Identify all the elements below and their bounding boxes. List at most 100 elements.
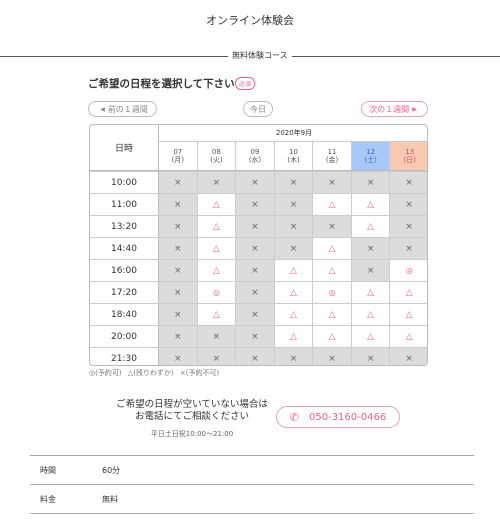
schedule-slot[interactable]: △ bbox=[351, 325, 391, 347]
schedule-slot[interactable]: △ bbox=[390, 303, 427, 325]
schedule-slot: × bbox=[351, 171, 391, 193]
schedule-slot[interactable]: △ bbox=[197, 259, 237, 281]
page-title: オンライン体験会 bbox=[206, 14, 294, 27]
schedule-slot[interactable]: △ bbox=[197, 193, 237, 215]
schedule-slot: × bbox=[236, 281, 275, 303]
schedule-slot[interactable]: ◎ bbox=[197, 281, 237, 303]
schedule-slot[interactable]: △ bbox=[274, 325, 314, 347]
info-value-fee: 無料 bbox=[102, 495, 118, 504]
today-button[interactable]: 今日 bbox=[243, 101, 273, 117]
schedule-slot[interactable]: △ bbox=[274, 303, 314, 325]
schedule-slot: × bbox=[274, 347, 314, 365]
schedule-slot: × bbox=[236, 303, 275, 325]
schedule-slot: × bbox=[159, 281, 198, 303]
day-weekday: (木) bbox=[287, 156, 300, 164]
time-label: 11:00 bbox=[90, 193, 159, 215]
prev-week-button[interactable]: ◀ 前の１週間 bbox=[88, 101, 157, 117]
schedule-slot: × bbox=[159, 259, 198, 281]
day-weekday: (金) bbox=[325, 156, 339, 164]
required-badge: 必須 bbox=[235, 77, 256, 90]
schedule-slot: × bbox=[236, 325, 275, 347]
schedule-slot[interactable]: △ bbox=[351, 193, 391, 215]
phone-number: 050-3160-0466 bbox=[309, 411, 387, 423]
day-weekday: (水) bbox=[248, 156, 262, 164]
schedule-slot: × bbox=[159, 347, 198, 365]
day-date: 07 bbox=[173, 147, 183, 156]
day-weekday: (月) bbox=[171, 156, 185, 164]
time-label: 13:20 bbox=[90, 215, 159, 237]
schedule-slot[interactable]: △ bbox=[351, 215, 391, 237]
next-week-button[interactable]: 次の１週間 ▶ bbox=[361, 101, 428, 117]
schedule-slot[interactable]: △ bbox=[313, 325, 352, 347]
legend-few-left: △(残りわずか) bbox=[127, 369, 174, 377]
schedule-slot[interactable]: ◎ bbox=[313, 281, 352, 303]
contact-message: ご希望の日程が空いていない場合は お電話にてご相談ください bbox=[112, 399, 272, 424]
schedule-slot: × bbox=[274, 193, 314, 215]
datetime-column-header: 日時 bbox=[90, 125, 159, 171]
contact-line-2: お電話にてご相談ください bbox=[134, 411, 249, 423]
schedule-slot[interactable]: △ bbox=[351, 281, 391, 303]
time-label: 14:40 bbox=[90, 237, 159, 259]
schedule-slot: × bbox=[159, 325, 198, 347]
schedule-slot[interactable]: △ bbox=[197, 215, 237, 237]
info-value-duration: 60分 bbox=[102, 466, 121, 475]
day-header: 12 (土) bbox=[351, 142, 391, 171]
schedule-slot: × bbox=[197, 171, 237, 193]
day-header: 08 (火) bbox=[197, 142, 237, 171]
time-label: 21:30 bbox=[90, 347, 159, 365]
day-date: 12 bbox=[366, 147, 376, 156]
schedule-slot: × bbox=[236, 171, 275, 193]
time-label: 17:20 bbox=[90, 281, 159, 303]
time-label: 16:00 bbox=[90, 259, 159, 281]
day-date: 10 bbox=[289, 147, 298, 156]
schedule-slot: × bbox=[313, 171, 352, 193]
prev-week-label: 前の１週間 bbox=[107, 104, 148, 114]
info-divider bbox=[30, 484, 474, 485]
schedule-slot: × bbox=[351, 259, 391, 281]
day-date: 11 bbox=[327, 147, 337, 156]
day-date: 08 bbox=[211, 147, 221, 156]
day-weekday: (土) bbox=[364, 156, 377, 164]
day-header: 13 (日) bbox=[390, 142, 427, 171]
schedule-slot: × bbox=[236, 259, 275, 281]
schedule-table: 日時 2020年9月 07 (月) 08 (火) 09 (水) 10 (木) 11 (金) 12 (土… bbox=[89, 124, 428, 366]
day-weekday: (火) bbox=[210, 156, 223, 164]
day-date: 13 bbox=[405, 147, 415, 156]
schedule-slot[interactable]: △ bbox=[274, 259, 314, 281]
info-label-duration: 時間 bbox=[40, 466, 56, 475]
chevron-right-icon: ▶ bbox=[412, 105, 417, 113]
schedule-slot: × bbox=[159, 171, 198, 193]
schedule-slot[interactable]: △ bbox=[197, 237, 237, 259]
schedule-slot[interactable]: △ bbox=[313, 259, 352, 281]
schedule-slot: × bbox=[313, 215, 352, 237]
time-label: 18:40 bbox=[90, 303, 159, 325]
schedule-slot: × bbox=[197, 347, 237, 365]
schedule-slot: × bbox=[197, 325, 237, 347]
schedule-slot[interactable]: ◎ bbox=[390, 259, 427, 281]
schedule-slot[interactable]: △ bbox=[313, 193, 352, 215]
schedule-slot[interactable]: △ bbox=[313, 237, 352, 259]
time-label: 10:00 bbox=[90, 171, 159, 193]
day-weekday: (日) bbox=[403, 156, 416, 164]
info-divider bbox=[30, 455, 474, 456]
schedule-slot: × bbox=[390, 215, 427, 237]
schedule-slot[interactable]: △ bbox=[390, 281, 427, 303]
schedule-slot: × bbox=[236, 237, 275, 259]
schedule-slot: × bbox=[351, 237, 391, 259]
schedule-slot: × bbox=[236, 215, 275, 237]
schedule-slot: × bbox=[390, 171, 427, 193]
schedule-slot[interactable]: △ bbox=[351, 303, 391, 325]
chevron-left-icon: ◀ bbox=[100, 105, 105, 113]
schedule-slot[interactable]: △ bbox=[274, 281, 314, 303]
schedule-slot[interactable]: △ bbox=[197, 303, 237, 325]
phone-button[interactable]: ✆ 050-3160-0466 bbox=[276, 406, 400, 428]
contact-line-1: ご希望の日程が空いていない場合は bbox=[116, 399, 268, 410]
schedule-slot[interactable]: △ bbox=[313, 303, 352, 325]
schedule-slot: × bbox=[159, 193, 198, 215]
schedule-slot[interactable]: △ bbox=[390, 325, 427, 347]
next-week-label: 次の１週間 bbox=[369, 104, 410, 114]
legend-available: ◎(予約可) bbox=[89, 369, 122, 377]
schedule-slot: × bbox=[274, 171, 314, 193]
schedule-slot: × bbox=[274, 237, 314, 259]
schedule-slot: × bbox=[159, 215, 198, 237]
